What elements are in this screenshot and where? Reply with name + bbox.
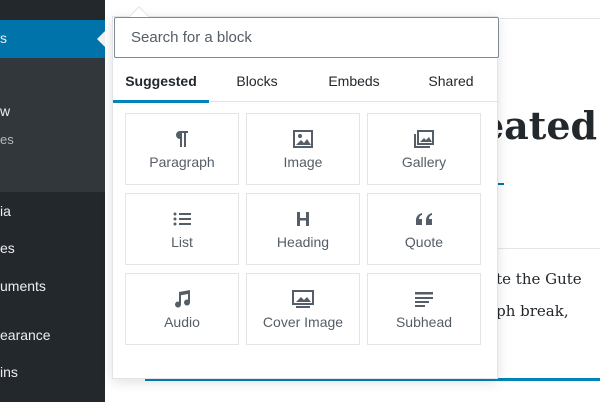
sidebar-item-label[interactable]: ia [0, 203, 11, 219]
block-paragraph[interactable]: Paragraph [125, 113, 239, 185]
block-gallery[interactable]: Gallery [367, 113, 481, 185]
sidebar-item-label: s [0, 30, 7, 46]
sidebar-item-label[interactable]: ins [0, 364, 18, 380]
sidebar-item-label[interactable]: es [0, 240, 15, 256]
block-label: Subhead [395, 314, 453, 330]
gallery-icon [368, 128, 480, 150]
divider [500, 18, 600, 19]
sidebar-item-label[interactable]: uments [0, 278, 46, 294]
block-label: Paragraph [149, 154, 215, 170]
block-label: Image [283, 154, 323, 170]
image-icon [247, 128, 359, 150]
tab-suggested[interactable]: Suggested [113, 65, 209, 103]
block-grid: Paragraph Image Gallery List Heading Quo… [125, 113, 485, 353]
block-label: Quote [404, 234, 444, 250]
heading-icon [247, 208, 359, 230]
tab-blocks[interactable]: Blocks [209, 65, 305, 102]
block-search-input[interactable] [114, 17, 499, 58]
block-image[interactable]: Image [246, 113, 360, 185]
tab-embeds[interactable]: Embeds [305, 65, 403, 102]
block-quote[interactable]: Quote [367, 193, 481, 265]
block-subhead[interactable]: Subhead [367, 273, 481, 345]
cover-image-icon [247, 288, 359, 310]
block-list[interactable]: List [125, 193, 239, 265]
admin-sidebar: s w es ia es uments earance ins [0, 0, 105, 402]
list-icon [126, 208, 238, 230]
block-inserter-popover: Suggested Blocks Embeds Shared Paragraph… [112, 6, 499, 379]
block-label: Cover Image [262, 314, 344, 330]
tab-shared[interactable]: Shared [403, 65, 499, 102]
sidebar-submenu: w es [0, 58, 105, 192]
divider [480, 248, 600, 249]
sidebar-item-label[interactable]: earance [0, 327, 51, 343]
block-heading[interactable]: Heading [246, 193, 360, 265]
active-indicator-arrow [97, 31, 105, 47]
block-cover-image[interactable]: Cover Image [246, 273, 360, 345]
subhead-icon [368, 288, 480, 310]
block-label: List [171, 234, 193, 250]
title-underline [498, 183, 504, 185]
audio-icon [126, 288, 238, 310]
submenu-item-label[interactable]: w [0, 103, 10, 119]
quote-icon [368, 208, 480, 230]
inserter-tabs: Suggested Blocks Embeds Shared [113, 65, 499, 103]
block-label: Audio [164, 314, 200, 330]
sidebar-item-active[interactable]: s [0, 20, 105, 58]
submenu-item-label[interactable]: es [0, 132, 14, 147]
block-audio[interactable]: Audio [125, 273, 239, 345]
block-label: Gallery [401, 154, 447, 170]
paragraph-icon [126, 128, 238, 150]
block-label: Heading [276, 234, 330, 250]
